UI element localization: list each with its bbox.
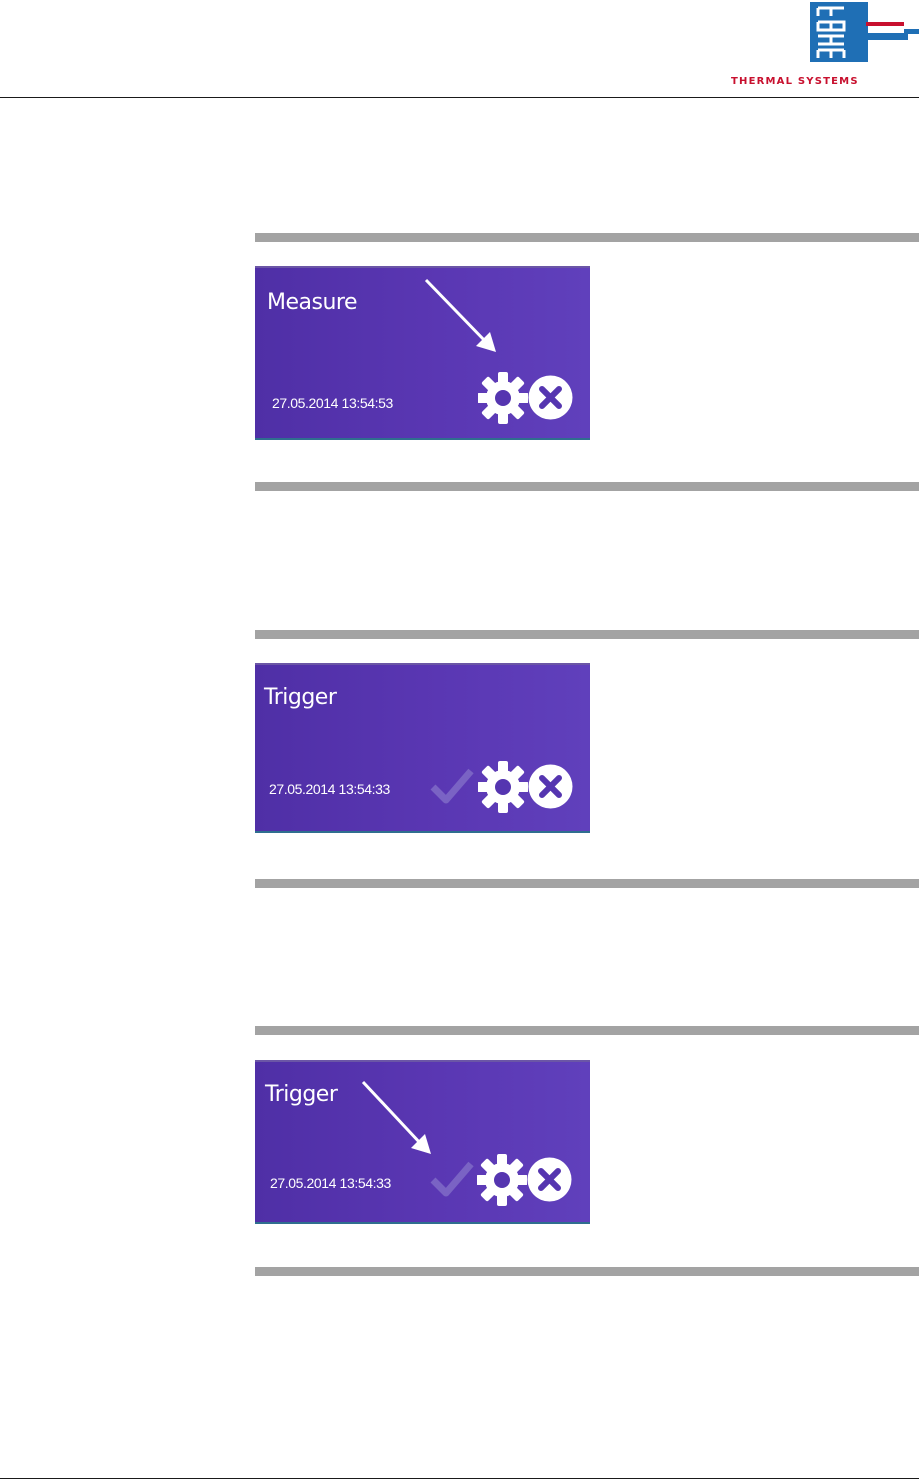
close-circle-icon[interactable] [526,1156,573,1203]
gear-icon[interactable] [477,1152,527,1208]
logo-caption: THERMAL SYSTEMS [731,76,859,87]
tile-title: Measure [267,290,358,315]
arrow-pointer-icon [424,278,496,352]
tile-timestamp: 27.05.2014 13:54:33 [270,1175,391,1191]
tile-timestamp: 27.05.2014 13:54:33 [269,781,390,797]
arrow-pointer-icon [361,1080,431,1154]
section-separator [255,1267,919,1276]
trigger-tile[interactable]: Trigger 27.05.2014 13:54:33 [255,663,590,833]
section-separator [255,1026,919,1035]
header-divider [0,97,919,98]
section-separator [255,482,919,491]
tile-timestamp: 27.05.2014 13:54:53 [272,395,393,411]
close-circle-icon[interactable] [527,374,574,421]
gear-icon[interactable] [478,759,528,815]
trigger-tile[interactable]: Trigger 27.05.2014 13:54:33 [255,1060,590,1224]
checkmark-icon[interactable] [429,765,475,807]
section-separator [255,233,919,242]
section-separator [255,879,919,888]
measure-tile[interactable]: Measure 27.05.2014 13:54:53 [255,266,590,440]
footer-divider [0,1478,919,1479]
section-separator [255,630,919,639]
tile-title: Trigger [264,685,337,710]
close-circle-icon[interactable] [527,763,574,810]
tile-title: Trigger [265,1082,338,1107]
checkmark-icon[interactable] [429,1158,475,1200]
gear-icon[interactable] [478,370,528,426]
